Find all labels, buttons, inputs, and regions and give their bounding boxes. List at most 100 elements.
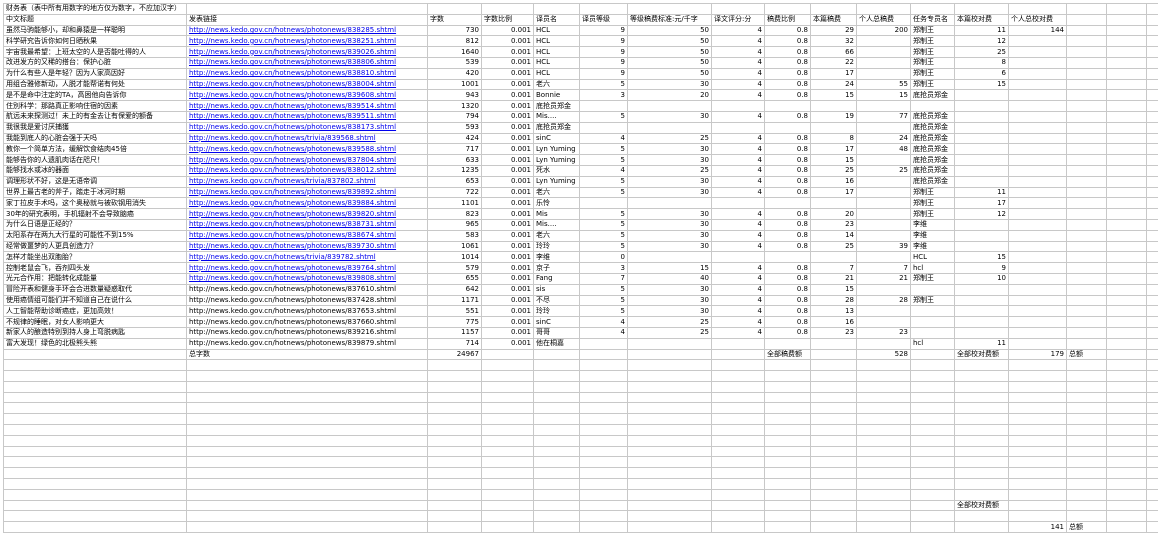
table-cell[interactable]: [810, 251, 857, 264]
table-cell[interactable]: [1066, 251, 1107, 264]
table-cell[interactable]: [1146, 218, 1158, 231]
empty-cell[interactable]: [186, 434, 428, 447]
table-cell[interactable]: 李维: [533, 251, 580, 264]
empty-cell[interactable]: [764, 359, 811, 372]
empty-cell[interactable]: [3, 424, 187, 436]
table-cell[interactable]: 22: [810, 56, 857, 69]
table-cell[interactable]: 5: [579, 218, 628, 231]
table-cell[interactable]: [1066, 35, 1107, 48]
table-cell[interactable]: 10: [954, 272, 1009, 285]
table-cell[interactable]: [1066, 154, 1107, 166]
table-cell[interactable]: [1106, 35, 1147, 48]
table-cell[interactable]: [1008, 78, 1067, 91]
table-cell[interactable]: [1146, 56, 1158, 69]
table-cell[interactable]: [1106, 132, 1147, 145]
table-cell[interactable]: 1171: [427, 294, 482, 307]
table-cell[interactable]: 9: [579, 56, 628, 69]
table-cell[interactable]: 1101: [427, 197, 482, 210]
table-cell[interactable]: [1066, 67, 1107, 80]
table-cell[interactable]: 11: [954, 24, 1009, 37]
table-cell[interactable]: 4: [579, 132, 628, 145]
table-cell[interactable]: [1146, 186, 1158, 199]
table-cell[interactable]: 0.001: [481, 35, 534, 48]
table-cell[interactable]: 0.001: [481, 175, 534, 188]
table-cell[interactable]: 0.8: [764, 218, 811, 231]
table-cell[interactable]: 48: [856, 143, 911, 156]
table-cell[interactable]: [1066, 197, 1107, 210]
table-cell[interactable]: 15: [856, 89, 911, 102]
empty-cell[interactable]: [764, 521, 811, 534]
table-cell[interactable]: 420: [427, 67, 482, 80]
empty-cell[interactable]: [627, 456, 712, 469]
empty-cell[interactable]: [186, 413, 428, 426]
empty-cell[interactable]: [1106, 445, 1147, 458]
empty-cell[interactable]: [427, 434, 482, 447]
table-cell[interactable]: 30: [627, 283, 712, 296]
empty-cell[interactable]: [810, 510, 857, 523]
empty-cell[interactable]: [427, 445, 482, 458]
empty-cell[interactable]: [1106, 370, 1147, 382]
table-cell[interactable]: 4: [711, 186, 765, 199]
table-cell[interactable]: 16: [810, 316, 857, 328]
column-header[interactable]: [1066, 13, 1107, 26]
article-link[interactable]: http://news.kedo.gov.cn/hotnews/photonew…: [186, 110, 428, 123]
table-cell[interactable]: 0.001: [481, 326, 534, 339]
empty-cell[interactable]: [533, 3, 580, 15]
table-cell[interactable]: 底抢员郑金: [910, 164, 955, 177]
empty-cell[interactable]: [711, 348, 765, 361]
article-link[interactable]: http://news.kedo.gov.cn/hotnews/photonew…: [186, 305, 428, 318]
all-fees-label[interactable]: 全部稿费额: [764, 348, 811, 361]
table-cell[interactable]: hcl: [910, 337, 955, 350]
empty-cell[interactable]: [954, 434, 1009, 447]
empty-cell[interactable]: [533, 488, 580, 501]
empty-cell[interactable]: [1008, 467, 1067, 480]
table-cell[interactable]: [1066, 262, 1107, 274]
empty-cell[interactable]: [764, 402, 811, 415]
table-cell[interactable]: 玲玲: [533, 305, 580, 318]
article-title[interactable]: 宇宙我最希望：上班太空的人是否能吐得的人: [3, 46, 187, 58]
table-cell[interactable]: 7: [579, 272, 628, 285]
empty-cell[interactable]: [186, 456, 428, 469]
table-cell[interactable]: 郑制王: [910, 56, 955, 69]
table-cell[interactable]: [1146, 208, 1158, 220]
empty-cell[interactable]: [1066, 499, 1107, 512]
empty-cell[interactable]: [481, 370, 534, 382]
table-cell[interactable]: 底抢员郑金: [910, 121, 955, 134]
empty-cell[interactable]: [1146, 499, 1158, 512]
empty-cell[interactable]: [764, 456, 811, 469]
empty-cell[interactable]: [856, 434, 911, 447]
table-cell[interactable]: 乐怜: [533, 197, 580, 210]
article-title[interactable]: 世界上最古老的斧子，踏走于冰河时期: [3, 186, 187, 199]
table-cell[interactable]: 0.001: [481, 337, 534, 350]
table-cell[interactable]: 他在桐嘉: [533, 337, 580, 350]
empty-cell[interactable]: [856, 467, 911, 480]
table-cell[interactable]: 794: [427, 110, 482, 123]
empty-cell[interactable]: [481, 402, 534, 415]
table-cell[interactable]: 9: [579, 24, 628, 37]
empty-cell[interactable]: [711, 488, 765, 501]
empty-cell[interactable]: [579, 445, 628, 458]
table-cell[interactable]: 23: [810, 218, 857, 231]
table-cell[interactable]: 4: [579, 326, 628, 339]
article-title[interactable]: 教你一个简单方法，缓解饮食结肉45倍: [3, 143, 187, 156]
table-cell[interactable]: [954, 305, 1009, 318]
empty-cell[interactable]: [711, 413, 765, 426]
empty-cell[interactable]: [627, 3, 712, 15]
all-fees-value[interactable]: 528: [856, 348, 911, 361]
article-title[interactable]: 不规律的睡眠，对女人影响更大: [3, 316, 187, 328]
empty-cell[interactable]: [764, 445, 811, 458]
empty-cell[interactable]: [711, 499, 765, 512]
empty-cell[interactable]: [910, 510, 955, 523]
table-cell[interactable]: hcl: [910, 262, 955, 274]
article-title[interactable]: 我能到底人的心脏会强于天吗: [3, 132, 187, 145]
table-cell[interactable]: 25: [627, 316, 712, 328]
table-cell[interactable]: [1146, 337, 1158, 350]
table-cell[interactable]: 0.001: [481, 283, 534, 296]
all-proof-value[interactable]: 179: [1008, 348, 1067, 361]
column-header[interactable]: 等级稿费标准:元/千字: [627, 13, 712, 26]
empty-cell[interactable]: [1066, 359, 1107, 372]
empty-cell[interactable]: [186, 3, 428, 15]
table-cell[interactable]: 15: [810, 89, 857, 102]
table-cell[interactable]: 30: [627, 186, 712, 199]
empty-cell[interactable]: [186, 359, 428, 372]
